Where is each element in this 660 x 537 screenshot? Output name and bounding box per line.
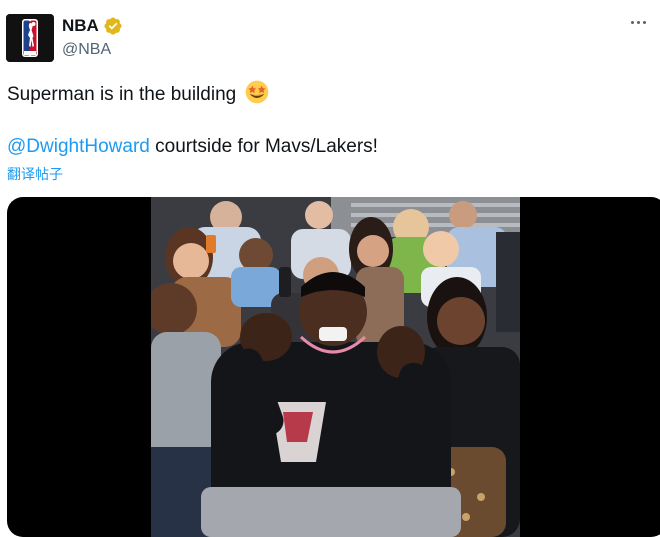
more-options-icon	[630, 20, 634, 24]
tweet-card: NBA @NBA Superman is in the building @Dw…	[0, 0, 660, 537]
translate-post-link[interactable]: 翻译帖子	[7, 165, 63, 183]
tweet-media[interactable]	[7, 197, 660, 537]
courtside-video-thumbnail[interactable]	[151, 197, 520, 537]
tweet-text-courtside: courtside for Mavs/Lakers!	[149, 136, 378, 157]
video-image	[151, 197, 520, 537]
nba-logo-icon	[6, 14, 54, 62]
more-options-button[interactable]	[624, 12, 652, 32]
author-name-row[interactable]: NBA	[62, 16, 123, 36]
author-handle[interactable]: @NBA	[62, 40, 111, 60]
star-struck-emoji-icon	[246, 80, 269, 104]
tweet-text-line2: @DwightHoward courtside for Mavs/Lakers!	[7, 135, 378, 159]
verified-badge-icon	[104, 17, 122, 35]
avatar[interactable]	[6, 14, 54, 62]
author-display-name[interactable]: NBA	[62, 16, 99, 36]
tweet-text-superman: Superman is in the building	[7, 84, 237, 105]
tweet-text-line1: Superman is in the building	[7, 80, 269, 107]
mention-link[interactable]: @DwightHoward	[7, 136, 150, 157]
